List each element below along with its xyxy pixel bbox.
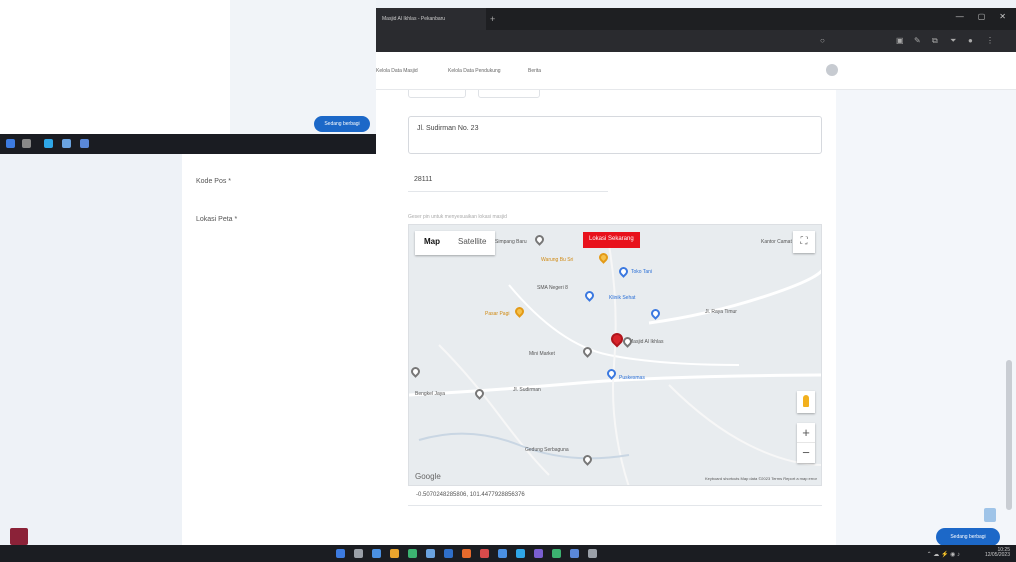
map-roads [409, 244, 821, 485]
postal-code-field[interactable]: 28111 [408, 170, 608, 192]
current-location-button[interactable]: Lokasi Sekarang [583, 232, 640, 248]
map-place-label: Bengkel Jaya [415, 391, 446, 397]
map-location-label: Lokasi Peta * [196, 216, 238, 223]
app-icon[interactable] [62, 139, 71, 148]
map-place-label: Kantor Camat [761, 239, 792, 245]
filter-icon[interactable]: ⏷ [950, 36, 956, 46]
plus-icon[interactable]: + [490, 14, 495, 24]
taskbar: ⌃ ☁ ⚡ ◉ ♪ 10:25 12/05/2023 [0, 545, 1016, 562]
extensions-icon[interactable]: ▣ [896, 36, 904, 45]
window-controls: — ▢ ✕ [956, 12, 1006, 21]
left-window-snapshot: Sedang berbagi [0, 0, 376, 156]
right-panel [836, 52, 1016, 545]
map-type-map[interactable]: Map [415, 231, 449, 255]
map-type-control: Map Satellite [415, 231, 496, 255]
nav-link-data-masjid[interactable]: Kelola Data Masjid [376, 68, 418, 74]
address-field[interactable]: Jl. Sudirman No. 23 [408, 116, 822, 154]
app-icon[interactable] [552, 549, 561, 558]
street-view-pegman-icon[interactable] [797, 391, 815, 413]
app-navbar: Kelola Data Masjid Kelola Data Pendukung… [376, 52, 1016, 90]
app-icon[interactable] [570, 549, 579, 558]
map-place-label: Warung Bu Sri [541, 257, 574, 263]
map-hint: Geser pin untuk menyesuaikan lokasi masj… [408, 214, 507, 220]
browser-titlebar: Masjid Al Ikhlas - Pekanbaru + — ▢ ✕ [376, 8, 1016, 30]
map-attribution[interactable]: Keyboard shortcuts Map data ©2023 Terms … [705, 476, 817, 481]
map-place-label: SMA Negeri 8 [537, 285, 568, 291]
browser-window: Masjid Al Ikhlas - Pekanbaru + — ▢ ✕ ○ ▣… [376, 8, 1016, 90]
share-icon[interactable]: ⧉ [932, 36, 938, 46]
map-place-label: Jl. Raya Timur [705, 309, 737, 315]
clock-date: 12/05/2023 [984, 552, 1010, 558]
map-place-label: Jl. Sudirman [513, 387, 541, 393]
map-place-label: Toko Tani [631, 269, 653, 275]
avatar[interactable] [826, 64, 838, 76]
app-icon[interactable] [534, 549, 543, 558]
map-place-label: Mini Market [529, 351, 555, 357]
app-icon[interactable] [516, 549, 525, 558]
edit-icon[interactable]: ✎ [914, 36, 921, 45]
coordinates-field[interactable]: -0.5070248285806, 101.4477928856376 [408, 488, 822, 506]
search-icon[interactable] [22, 139, 31, 148]
clock[interactable]: 10:25 12/05/2023 [985, 548, 1010, 558]
search-icon[interactable]: ○ [820, 36, 825, 45]
app-logo [10, 528, 28, 545]
scrollbar[interactable] [1006, 360, 1012, 510]
app-icon[interactable] [480, 549, 489, 558]
fullscreen-icon[interactable]: ⛶ [793, 231, 815, 253]
zoom-out-button[interactable]: − [797, 443, 815, 463]
left-window-taskbar [0, 134, 376, 154]
app-icon[interactable] [498, 549, 507, 558]
app-icon[interactable] [462, 549, 471, 558]
app-icon[interactable] [390, 549, 399, 558]
floating-button[interactable] [984, 508, 996, 522]
minimize-icon[interactable]: — [956, 12, 964, 21]
map-place-label: Simpang Baru [495, 239, 527, 245]
app-icon[interactable] [80, 139, 89, 148]
app-icon[interactable] [426, 549, 435, 558]
start-icon[interactable] [336, 549, 345, 558]
map-place-label: Puskesmas [619, 375, 645, 381]
zoom-in-button[interactable]: + [797, 423, 815, 443]
search-icon[interactable] [354, 549, 363, 558]
map-type-satellite[interactable]: Satellite [449, 231, 495, 255]
map-place-label: Pasar Pagi [485, 311, 510, 317]
menu-icon[interactable]: ⋮ [986, 36, 994, 45]
sharing-chip[interactable]: Sedang berbagi [314, 116, 370, 132]
postal-code-label: Kode Pos * [196, 178, 232, 185]
sharing-chip[interactable]: Sedang berbagi [936, 528, 1000, 546]
system-tray-icons[interactable]: ⌃ ☁ ⚡ ◉ ♪ [927, 551, 960, 558]
map-place-label: Gedung Serbaguna [525, 447, 569, 453]
left-window-content [0, 0, 230, 134]
app-icon[interactable] [372, 549, 381, 558]
browser-tab[interactable]: Masjid Al Ikhlas - Pekanbaru [376, 8, 486, 30]
nav-link-berita[interactable]: Berita [528, 68, 541, 74]
map-place-label: Masjid Al Ikhlas [629, 339, 664, 345]
app-icon[interactable] [588, 549, 597, 558]
close-icon[interactable]: ✕ [999, 12, 1006, 21]
app-icon[interactable] [408, 549, 417, 558]
google-logo: Google [415, 472, 441, 481]
profile-icon[interactable]: ● [968, 36, 973, 45]
map-place-label: Klinik Sehat [609, 295, 636, 301]
start-icon[interactable] [6, 139, 15, 148]
zoom-control: + − [797, 423, 815, 463]
app-icon[interactable] [44, 139, 53, 148]
nav-link-data-pendukung[interactable]: Kelola Data Pendukung [448, 68, 501, 74]
app-icon[interactable] [444, 549, 453, 558]
maximize-icon[interactable]: ▢ [978, 12, 986, 21]
address-bar[interactable]: ○ ▣ ✎ ⧉ ⏷ ● ⋮ [376, 30, 1016, 52]
google-map[interactable]: Map Satellite Lokasi Sekarang ⛶ Simpang … [408, 224, 822, 486]
